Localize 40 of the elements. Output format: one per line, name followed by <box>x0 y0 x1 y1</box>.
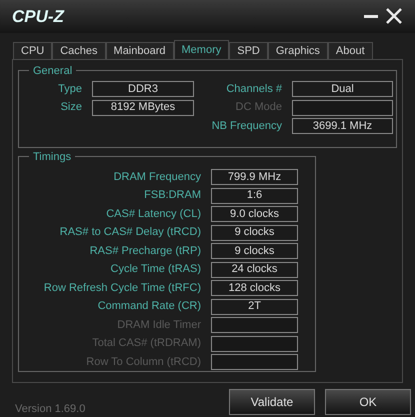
field-label: Size <box>60 100 83 116</box>
field-label: NB Frequency <box>210 118 283 134</box>
dialog-button[interactable]: OK <box>325 388 411 415</box>
value-field: 24 clocks <box>211 262 298 278</box>
field-label: DC Mode <box>234 100 283 116</box>
value-field: Dual <box>292 81 393 98</box>
tab[interactable]: SPD <box>229 42 268 59</box>
field-label: DRAM Frequency <box>112 170 202 185</box>
value-field: 1:6 <box>211 188 298 204</box>
value-field: 9 clocks <box>211 243 298 260</box>
value-field: 8192 MBytes <box>92 100 194 116</box>
tab[interactable]: CPU <box>13 42 52 59</box>
value-field: DDR3 <box>92 81 194 98</box>
tab[interactable]: Graphics <box>268 42 328 59</box>
field-label: Command Rate (CR) <box>96 299 202 314</box>
field-label: RAS# to CAS# Delay (tRCD) <box>58 225 202 240</box>
tab[interactable]: Mainboard <box>106 42 174 59</box>
tab[interactable]: About <box>328 42 373 59</box>
value-field: 9 clocks <box>211 224 298 241</box>
field-label: Cycle Time (tRAS) <box>110 262 202 278</box>
field-label: Channels # <box>225 82 283 97</box>
field-label: Total CAS# (tRDRAM) <box>91 336 202 352</box>
window-title: CPU-Z <box>12 6 64 28</box>
version-label: Version 1.69.0 <box>15 402 86 416</box>
value-field: 128 clocks <box>211 280 298 296</box>
field-label: FSB:DRAM <box>143 188 202 204</box>
close-icon[interactable] <box>385 7 403 26</box>
field-label: Row To Column (tRCD) <box>85 354 202 370</box>
value-field: 9.0 clocks <box>211 206 298 222</box>
field-label: RAS# Precharge (tRP) <box>88 244 202 259</box>
value-field: 799.9 MHz <box>211 169 298 186</box>
field-label: DRAM Idle Timer <box>116 318 202 333</box>
value-field: 3699.1 MHz <box>292 118 393 134</box>
field-label: Type <box>57 82 83 97</box>
value-field: 2T <box>211 298 298 315</box>
tab[interactable]: Caches <box>52 42 106 59</box>
field-label: CAS# Latency (CL) <box>105 206 202 222</box>
field-label: Row Refresh Cycle Time (tRFC) <box>42 280 202 296</box>
tab[interactable]: Memory <box>174 40 230 59</box>
dialog-button[interactable]: Validate <box>229 388 315 415</box>
